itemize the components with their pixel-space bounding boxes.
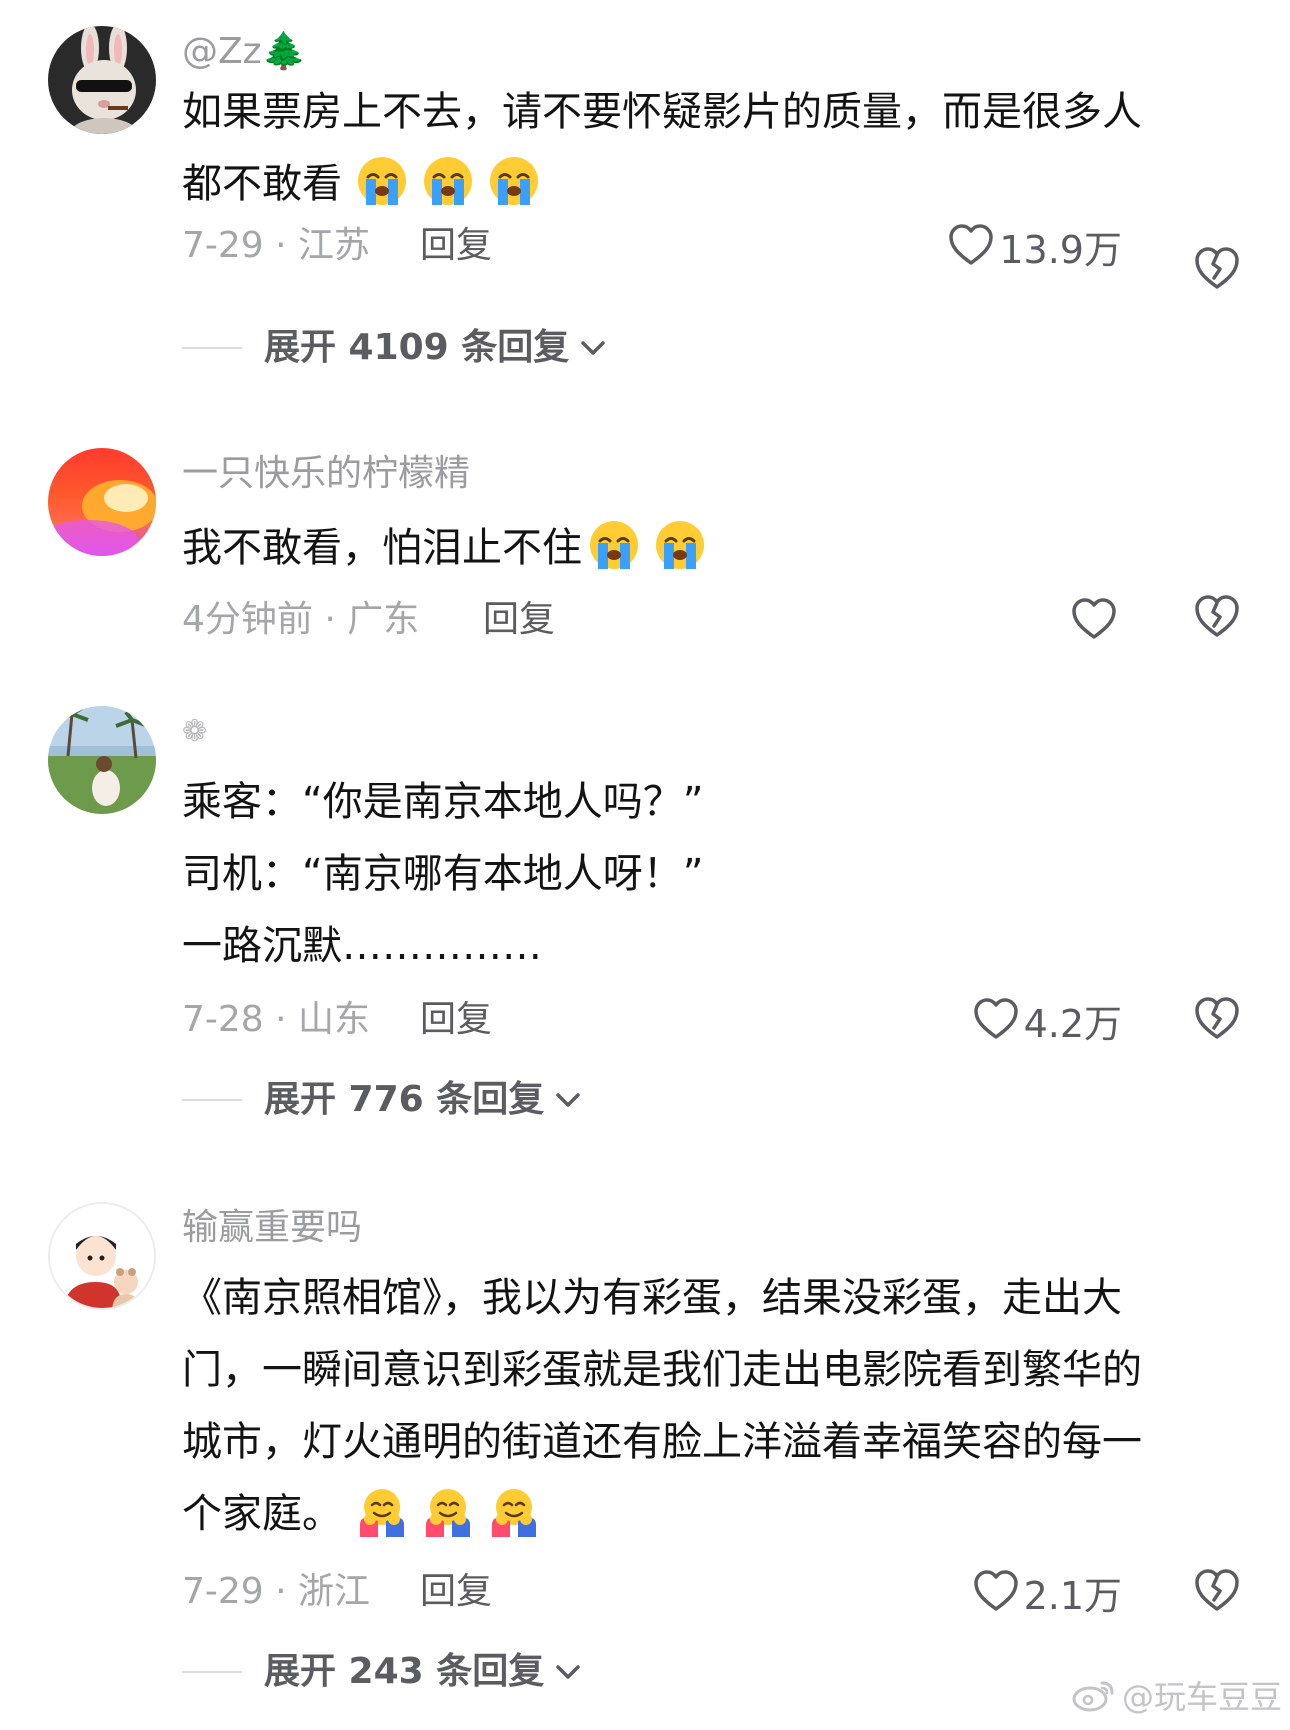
comment-text: 《南京照相馆》，我以为有彩蛋，结果没彩蛋，走出大 门，一瞬间意识到彩蛋就是我们走… — [182, 1262, 1242, 1550]
username[interactable]: 一只快乐的柠檬精 — [182, 452, 470, 496]
loudly-crying-face-icon — [654, 519, 706, 571]
avatar-cartoon[interactable] — [48, 1202, 156, 1310]
chevron-down-icon — [556, 1665, 580, 1679]
comment-text: 我不敢看，怕泪止不住 — [182, 512, 1242, 584]
date-location: 7-29 · 江苏 — [182, 225, 371, 266]
heart-outline-icon — [972, 996, 1024, 1051]
avatar-rabbit[interactable] — [48, 26, 156, 134]
comment-text: 乘客：“你是南京本地人吗？” 司机：“南京哪有本地人呀！” 一路沉默…………… — [182, 766, 1242, 982]
username[interactable]: @Zz🌲 — [182, 30, 306, 74]
reply-button[interactable]: 回复 — [483, 598, 555, 642]
expand-replies[interactable]: 展开 243 条回复 — [182, 1650, 582, 1694]
comment-line: 司机：“南京哪有本地人呀！” — [182, 851, 704, 897]
date-location: 4分钟前 · 广东 — [182, 599, 420, 640]
hugging-face-icon — [488, 1485, 540, 1537]
date-location: 7-29 · 浙江 — [182, 1571, 371, 1612]
weibo-logo-icon — [1072, 1681, 1114, 1712]
username[interactable]: ❁ — [182, 710, 207, 754]
loudly-crying-face-icon — [356, 155, 408, 207]
avatar-gradient[interactable] — [48, 448, 156, 556]
chevron-down-icon — [556, 1093, 580, 1107]
heart-outline-icon — [947, 222, 999, 277]
like-button[interactable]: 13.9万 — [947, 222, 1122, 277]
divider — [182, 1099, 242, 1101]
like-count: 2.1万 — [1023, 1573, 1122, 1618]
comment-line-text: 个家庭。 — [182, 1491, 342, 1537]
divider — [182, 347, 242, 349]
hugging-face-icon — [422, 1485, 474, 1537]
broken-heart-icon[interactable] — [1192, 592, 1242, 640]
comment-line: 门，一瞬间意识到彩蛋就是我们走出电影院看到繁华的 — [182, 1347, 1142, 1393]
expand-replies-label: 展开 776 条回复 — [264, 1079, 545, 1120]
like-count: 4.2万 — [1023, 1001, 1122, 1046]
comment-text: 如果票房上不去，请不要怀疑影片的质量，而是很多人 都不敢看 — [182, 76, 1242, 220]
expand-replies[interactable]: 展开 776 条回复 — [182, 1078, 582, 1122]
loudly-crying-face-icon — [488, 155, 540, 207]
broken-heart-icon[interactable] — [1192, 994, 1242, 1042]
broken-heart-icon[interactable] — [1192, 244, 1242, 292]
reply-button[interactable]: 回复 — [420, 224, 492, 268]
loudly-crying-face-icon — [588, 519, 640, 571]
loudly-crying-face-icon — [422, 155, 474, 207]
heart-outline-icon — [1070, 596, 1122, 651]
like-button[interactable] — [1070, 596, 1122, 651]
chevron-down-icon — [581, 341, 606, 355]
comment-line: 《南京照相馆》，我以为有彩蛋，结果没彩蛋，走出大 — [182, 1275, 1122, 1321]
like-count: 13.9万 — [999, 227, 1122, 272]
comment-line: 城市，灯火通明的街道还有脸上洋溢着幸福笑容的每一 — [182, 1419, 1142, 1465]
username[interactable]: 输赢重要吗 — [182, 1206, 362, 1250]
comment-line: 个家庭。 — [182, 1478, 1242, 1550]
like-button[interactable]: 4.2万 — [972, 996, 1122, 1051]
date-location: 7-28 · 山东 — [182, 999, 371, 1040]
like-button[interactable]: 2.1万 — [972, 1568, 1122, 1623]
comment-line: 我不敢看，怕泪止不住 — [182, 512, 1242, 584]
comment-line: 乘客：“你是南京本地人吗？” — [182, 779, 704, 825]
broken-heart-icon[interactable] — [1192, 1566, 1242, 1614]
comment-line: 如果票房上不去，请不要怀疑影片的质量，而是很多人 — [182, 89, 1142, 135]
divider — [182, 1671, 242, 1673]
comment-line: 一路沉默…………… — [182, 923, 542, 969]
watermark-text: @玩车豆豆 — [1121, 1678, 1282, 1716]
reply-button[interactable]: 回复 — [420, 1570, 492, 1614]
reply-button[interactable]: 回复 — [420, 998, 492, 1042]
expand-replies[interactable]: 展开 4109 条回复 — [182, 326, 607, 370]
hugging-face-icon — [356, 1485, 408, 1537]
expand-replies-label: 展开 4109 条回复 — [264, 327, 570, 368]
comment-line-text: 都不敢看 — [182, 161, 342, 207]
expand-replies-label: 展开 243 条回复 — [264, 1651, 545, 1692]
comment-line: 都不敢看 — [182, 148, 1242, 220]
avatar-beach[interactable] — [48, 706, 156, 814]
heart-outline-icon — [972, 1568, 1024, 1623]
watermark: @玩车豆豆 — [1072, 1672, 1282, 1718]
comment-line-text: 我不敢看，怕泪止不住 — [182, 525, 582, 571]
